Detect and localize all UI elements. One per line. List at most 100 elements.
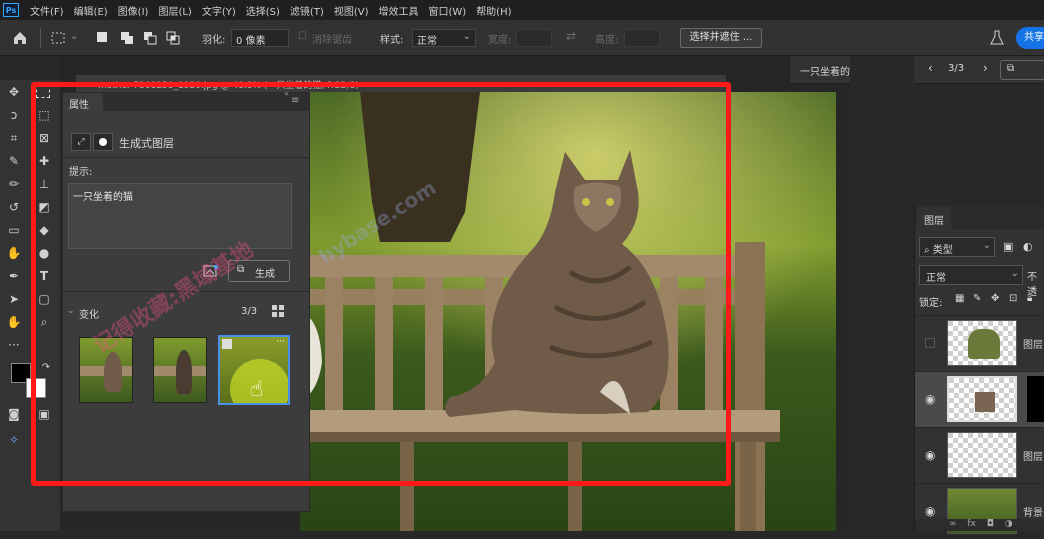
layer-name[interactable]: 图层 [1023, 448, 1043, 463]
pen-tool-icon[interactable]: ✒ [6, 268, 22, 284]
eye-icon[interactable]: ◉ [925, 392, 935, 406]
frame-tool-icon[interactable]: ⊠ [36, 130, 52, 146]
layer-row-selected[interactable]: ◉ [915, 371, 1044, 427]
healing-tool-icon[interactable]: ✚ [36, 153, 52, 169]
filter-adjust-icon[interactable]: ◐ [1023, 240, 1033, 253]
subtract-selection-icon[interactable] [143, 31, 157, 45]
menu-plugins[interactable]: 增效工具 [374, 3, 422, 18]
menu-help[interactable]: 帮助(H) [472, 3, 515, 18]
thumb-content [968, 329, 1000, 359]
history-brush-icon[interactable]: ↺ [6, 199, 22, 215]
menu-filter[interactable]: 滤镜(T) [286, 3, 328, 18]
more-options-icon[interactable]: ··· [276, 337, 285, 347]
lock-move-icon[interactable]: ✥ [991, 293, 999, 304]
width-input[interactable] [516, 29, 552, 47]
background-color-swatch[interactable] [26, 378, 46, 398]
reference-image-icon[interactable] [203, 264, 219, 278]
panel-menu-icon[interactable]: ≡ [291, 95, 299, 106]
new-selection-icon[interactable] [96, 31, 108, 43]
crop-tool-icon[interactable]: ⌗ [6, 130, 22, 146]
eye-icon[interactable]: ◉ [925, 504, 935, 518]
height-input[interactable] [624, 29, 660, 47]
layers-tab[interactable]: 图层 [917, 207, 951, 229]
lasso-tool-icon[interactable]: ↄ [6, 107, 22, 123]
lock-brush-icon[interactable]: ✎ [973, 293, 981, 304]
menu-type[interactable]: 文字(Y) [198, 3, 240, 18]
layer-name[interactable]: 背景 [1023, 504, 1043, 519]
zoom-tool-icon[interactable]: ⌕ [36, 314, 52, 330]
variation-thumbnail-3-selected[interactable]: ··· ☝ [218, 335, 290, 405]
path-select-icon[interactable]: ➤ [6, 291, 22, 307]
variation-thumbnail-2[interactable] [153, 337, 207, 403]
adjustment-icon[interactable]: ◑ [1005, 519, 1013, 529]
layer-row[interactable]: 图层 [915, 315, 1044, 371]
swap-colors-icon[interactable]: ↷ [38, 360, 54, 376]
mask-icon[interactable]: ◘ [987, 519, 994, 529]
marquee-tool-icon[interactable] [36, 84, 50, 98]
layer-row[interactable]: ◉ 图层 [915, 427, 1044, 483]
visibility-off-box[interactable] [925, 338, 935, 348]
quick-mask-icon[interactable]: ◙ [6, 406, 22, 422]
type-tool-icon[interactable]: T [36, 268, 52, 284]
filter-pixel-icon[interactable]: ▣ [1003, 240, 1013, 253]
hand-tool-icon[interactable]: ✋ [6, 314, 22, 330]
share-button[interactable]: 共享 [1016, 27, 1044, 49]
style-select[interactable]: 正常 ⌄ [412, 29, 476, 47]
burn-tool-icon[interactable]: ● [36, 245, 52, 261]
variation-thumbnail-1[interactable] [79, 337, 133, 403]
menu-select[interactable]: 选择(S) [242, 3, 284, 18]
antialias-checkbox[interactable]: ☐ [298, 31, 307, 42]
chevron-down-icon[interactable]: ⌄ [67, 306, 75, 316]
canvas-image[interactable] [300, 92, 836, 531]
rectangle-tool-icon[interactable]: ▢ [36, 291, 52, 307]
menu-view[interactable]: 视图(V) [330, 3, 373, 18]
blend-mode-select[interactable]: 正常 ⌄ [919, 265, 1023, 285]
fx-icon[interactable]: fx [967, 519, 976, 529]
collapse-icon[interactable]: « [284, 89, 289, 98]
menu-layer[interactable]: 图层(L) [154, 3, 195, 18]
eraser-tool-icon[interactable]: ◩ [36, 199, 52, 215]
menu-image[interactable]: 图像(I) [114, 3, 153, 18]
move-tool-icon[interactable]: ✥ [6, 84, 22, 100]
eyedropper-tool-icon[interactable]: ✎ [6, 153, 22, 169]
prev-variation-icon[interactable]: ‹ [928, 61, 933, 75]
prompt-textarea[interactable]: 一只坐着的猫 [68, 183, 292, 249]
dodge-tool-icon[interactable]: ✋ [6, 245, 22, 261]
lock-artboard-icon[interactable]: ⊡ [1009, 293, 1017, 304]
menu-file[interactable]: 文件(F) [26, 3, 68, 18]
lock-all-icon[interactable]: 🔒︎ [1027, 293, 1032, 304]
blur-tool-icon[interactable]: ◆ [36, 222, 52, 238]
lock-transparent-icon[interactable]: ▦ [955, 293, 964, 304]
home-icon[interactable] [12, 30, 28, 46]
marquee-icon[interactable] [50, 30, 66, 46]
link-icon[interactable]: ∞ [949, 519, 957, 529]
properties-tab[interactable]: 属性 [63, 93, 103, 111]
flask-icon[interactable] [990, 30, 1004, 46]
eye-icon[interactable]: ◉ [925, 448, 935, 462]
intersect-selection-icon[interactable] [166, 31, 180, 45]
menu-window[interactable]: 窗口(W) [424, 3, 470, 18]
more-tools-icon[interactable]: ··· [6, 337, 22, 353]
add-selection-icon[interactable] [120, 31, 134, 45]
layer-mask-thumbnail[interactable] [1027, 376, 1044, 422]
next-variation-icon[interactable]: › [983, 61, 988, 75]
blend-mode-value: 正常 [926, 273, 946, 284]
menu-edit[interactable]: 编辑(E) [70, 3, 112, 18]
ctx-generate-button[interactable]: ⧉ [1000, 60, 1044, 80]
screen-mode-icon[interactable]: ▣ [36, 406, 52, 422]
grid-view-icon[interactable] [271, 304, 285, 318]
select-and-mask-button[interactable]: 选择并遮住 ... [680, 28, 762, 48]
generate-button[interactable]: ⧉ 生成 [228, 260, 290, 282]
feather-input[interactable]: 0 像素 [231, 29, 289, 47]
layer-kind-filter[interactable]: ⌕ 类型 ⌄ [919, 237, 995, 257]
generative-icon[interactable]: ✧ [6, 432, 22, 448]
brush-tool-icon[interactable]: ✏ [6, 176, 22, 192]
swap-icon[interactable]: ⇄ [566, 29, 576, 43]
gradient-tool-icon[interactable]: ▭ [6, 222, 22, 238]
object-select-tool-icon[interactable]: ⬚ [36, 107, 52, 123]
variations-label: 变化 [79, 310, 99, 321]
layer-name[interactable]: 图层 [1023, 336, 1043, 351]
stamp-tool-icon[interactable]: ⊥ [36, 176, 52, 192]
document-tab[interactable]: mother-7308258_1920.jpg @ 48.8% (一只坐着的猫,… [76, 75, 726, 92]
chevron-down-icon[interactable]: ⌄ [70, 31, 78, 42]
